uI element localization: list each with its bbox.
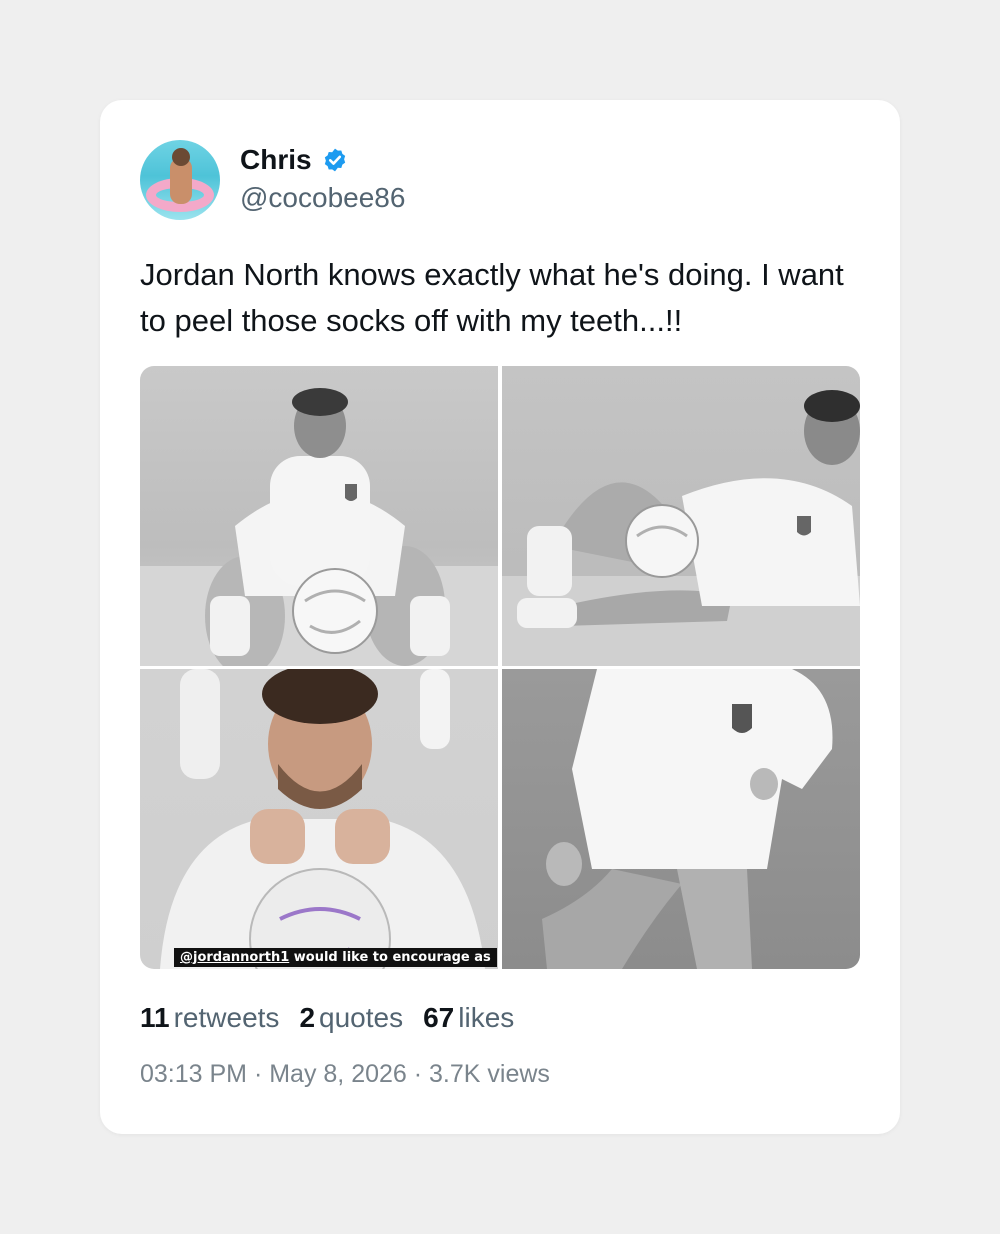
tweet-photo-3[interactable]: @jordannorth1 would like to encourage as: [140, 669, 498, 969]
photo-caption-tag[interactable]: @jordannorth1: [180, 950, 289, 965]
tweet-photo-4[interactable]: [502, 669, 860, 969]
quotes-label: quotes: [319, 1002, 404, 1033]
media-grid: @jordannorth1 would like to encourage as: [140, 366, 860, 969]
likes-label: likes: [458, 1002, 515, 1033]
tweet-timestamp-views[interactable]: 03:13 PM · May 8, 2026 · 3.7K views: [140, 1060, 550, 1089]
retweets-stat[interactable]: 11 retweets: [140, 1002, 279, 1034]
photo-sitting-illustration: [140, 388, 498, 666]
tweet-photo-1[interactable]: [140, 366, 498, 666]
photo-reclining-illustration: [502, 390, 860, 666]
quotes-stat[interactable]: 2 quotes: [299, 1002, 403, 1034]
likes-stat[interactable]: 67 likes: [423, 1002, 514, 1034]
photo-caption-text: would like to encourage as: [289, 950, 491, 965]
author-handle[interactable]: @cocobee86: [240, 182, 405, 214]
engagement-stats: 11 retweets 2 quotes 67 likes: [140, 1002, 534, 1034]
quotes-count: 2: [299, 1002, 316, 1033]
avatar[interactable]: [140, 140, 220, 220]
verified-badge-icon: [324, 148, 345, 172]
photo-chin-on-fists-illustration: [160, 669, 485, 969]
tweet-card: Chris @cocobee86 Jordan North knows exac…: [100, 100, 900, 1134]
retweets-count: 11: [140, 1002, 170, 1033]
tweet-photo-2[interactable]: [502, 366, 860, 666]
author-name[interactable]: Chris: [240, 144, 312, 176]
photo-standing-illustration: [542, 669, 833, 969]
likes-count: 67: [423, 1002, 455, 1033]
retweets-label: retweets: [173, 1002, 280, 1033]
author-row: Chris: [240, 144, 348, 176]
avatar-figure-head: [172, 148, 190, 166]
photo-caption: @jordannorth1 would like to encourage as: [174, 948, 497, 967]
tweet-text: Jordan North knows exactly what he's doi…: [140, 257, 844, 338]
